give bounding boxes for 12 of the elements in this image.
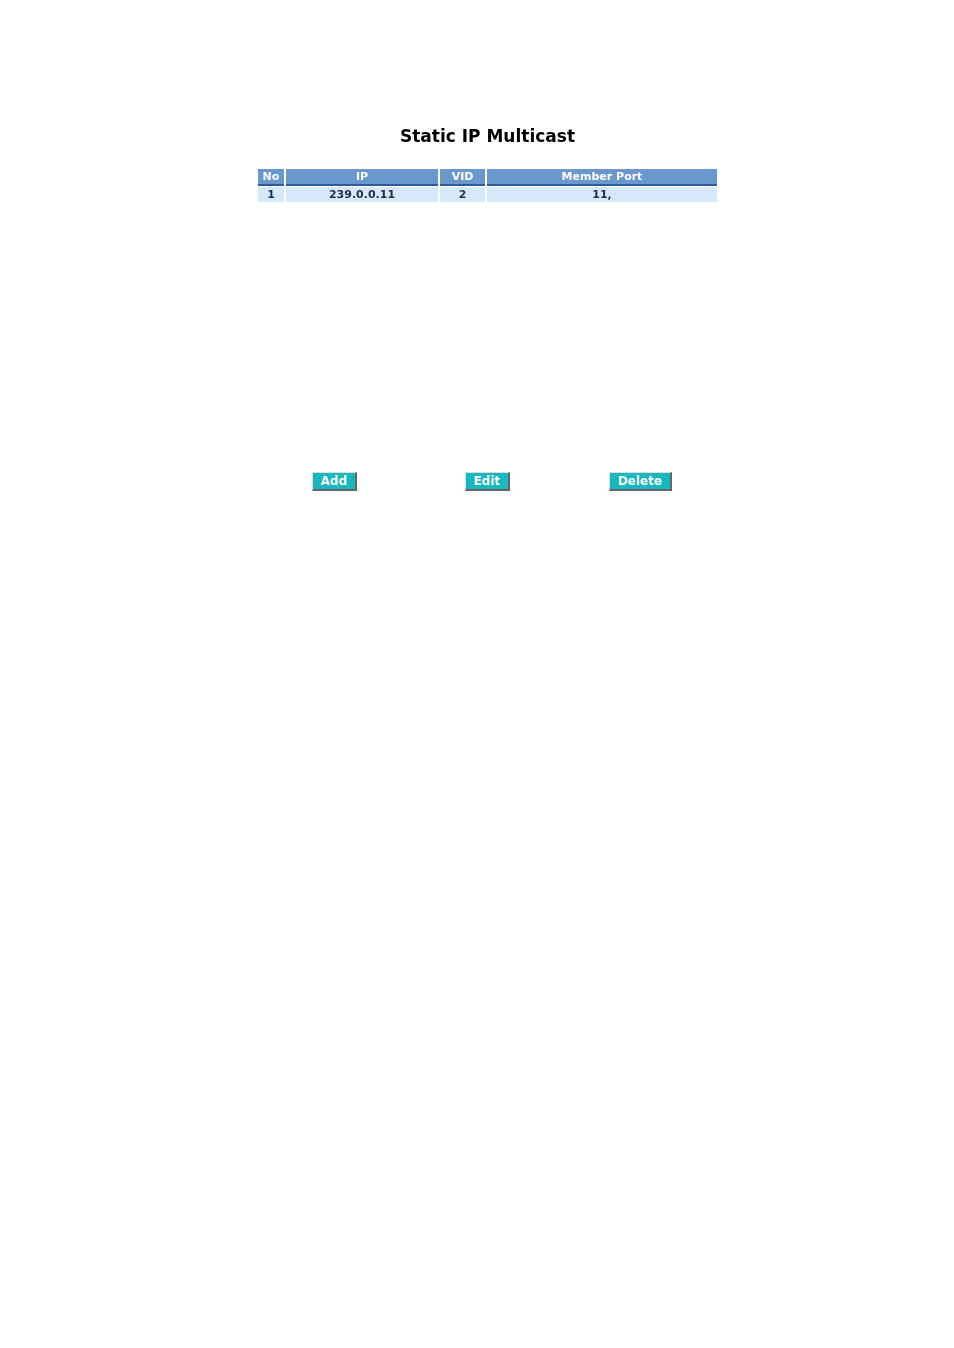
column-header: Member Port: [487, 169, 717, 186]
action-button[interactable]: Add: [311, 472, 358, 491]
table-cell: 239.0.0.11: [286, 187, 438, 202]
action-button[interactable]: Delete: [608, 472, 673, 491]
column-header: No: [258, 169, 284, 186]
page-title: Static IP Multicast: [398, 126, 577, 146]
table-cell: 1: [258, 187, 284, 202]
table-cell: 2: [440, 187, 485, 202]
column-header: IP: [286, 169, 438, 186]
action-button[interactable]: Edit: [464, 472, 511, 491]
column-header: VID: [440, 169, 485, 186]
table-cell: 11,: [487, 187, 717, 202]
